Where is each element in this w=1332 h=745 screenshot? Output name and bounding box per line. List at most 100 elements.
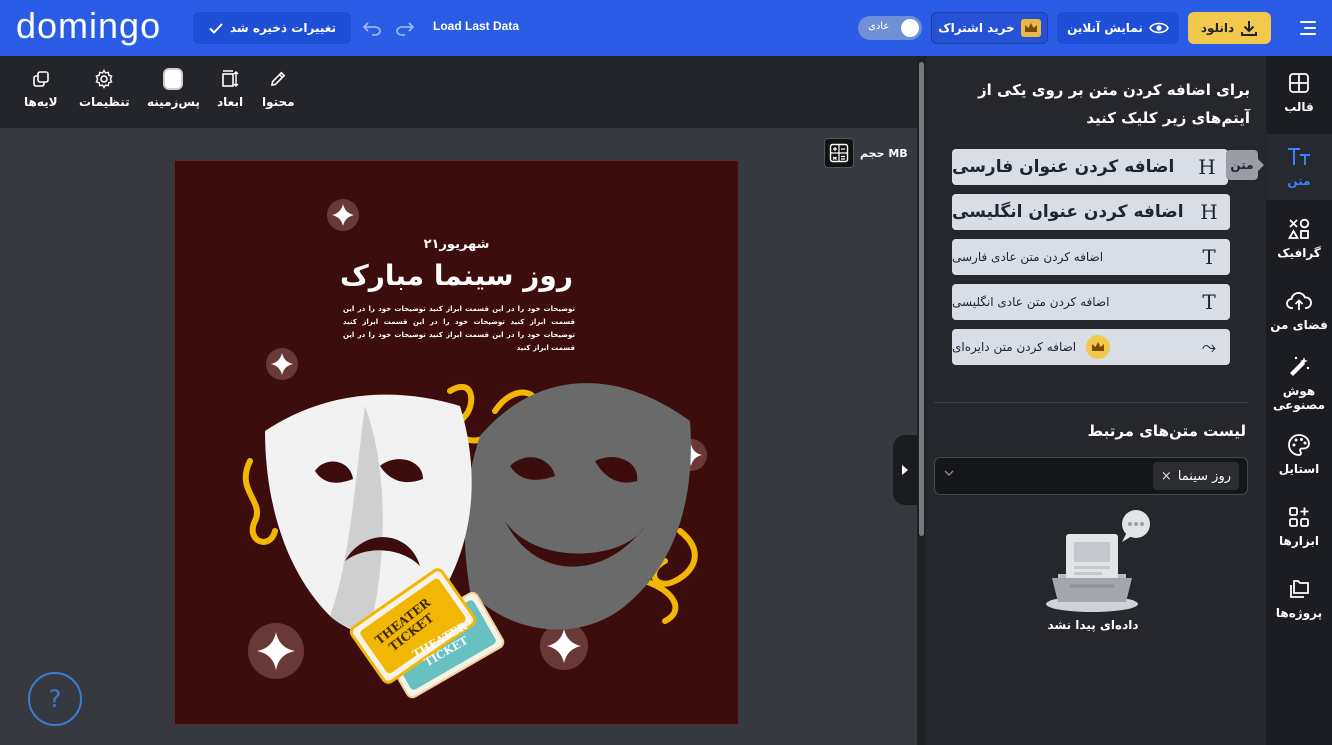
heading-icon: H: [1200, 200, 1218, 224]
canvas-area: حجم MB THEATER TICKET THEATER TICKET ۲۱ش…: [0, 128, 917, 745]
preview-label: نمایش آنلاین: [1067, 21, 1143, 35]
sidebar-item-projects[interactable]: پروژه‌ها: [1266, 576, 1332, 620]
help-button[interactable]: ?: [28, 672, 82, 726]
design-poster[interactable]: THEATER TICKET THEATER TICKET ۲۱شهریور ر…: [174, 160, 739, 725]
tool-settings-label: تنظیمات: [79, 95, 130, 109]
text-glyph-icon: T: [1202, 245, 1216, 269]
crown-icon: [1020, 19, 1041, 37]
premium-crown-icon: [1086, 335, 1111, 359]
sidebar-item-label: قالب: [1284, 100, 1314, 114]
sidebar-item-label: هوش مصنوعی: [1272, 384, 1325, 412]
gear-icon: [94, 69, 114, 89]
redo-icon: [396, 22, 415, 36]
toggle-knob: [901, 19, 919, 37]
add-english-text-button[interactable]: T اضافه کردن متن عادی انگلیسی: [952, 284, 1230, 320]
template-icon: [1286, 70, 1312, 96]
tool-content-label: محتوا: [262, 95, 295, 109]
empty-state-text: داده‌ای پیدا نشد: [1047, 618, 1139, 632]
sidebar-item-text[interactable]: متن: [1266, 134, 1332, 200]
online-preview-button[interactable]: نمایش آنلاین: [1057, 12, 1179, 44]
sidebar-item-label: متن: [1287, 174, 1311, 188]
select-chip-label: روز سینما: [1177, 468, 1231, 484]
undo-icon: [362, 22, 381, 36]
tool-dimensions[interactable]: ابعاد: [217, 69, 243, 109]
sidebar-item-my-space[interactable]: فضای من: [1266, 288, 1332, 332]
check-icon: [209, 23, 223, 34]
saved-status-label: تغییرات ذخیره شد: [229, 21, 337, 35]
magic-wand-icon: [1286, 354, 1312, 380]
add-persian-text-label: اضافه کردن متن عادی فارسی: [952, 250, 1104, 264]
add-persian-text-button[interactable]: T اضافه کردن متن عادی فارسی: [952, 239, 1230, 275]
redo-button[interactable]: [393, 16, 417, 40]
chip-remove-icon[interactable]: ×: [1161, 469, 1172, 484]
sidebar-item-style[interactable]: استایل: [1266, 432, 1332, 476]
poster-date[interactable]: ۲۱شهریور: [175, 237, 738, 252]
file-size-badge[interactable]: حجم MB: [824, 138, 908, 168]
related-texts-select[interactable]: روز سینما ×: [934, 457, 1248, 495]
eye-icon: [1148, 22, 1169, 34]
shapes-icon: [1286, 216, 1312, 242]
editor-toolbar: محتوا ابعاد پس‌زمینه تنظیمات لایه‌ها: [0, 56, 917, 128]
panel-divider: [934, 402, 1248, 403]
palette-icon: [1286, 432, 1312, 458]
tool-background[interactable]: پس‌زمینه: [147, 68, 200, 109]
related-texts-title: لیست متن‌های مرتبط: [1087, 422, 1246, 440]
sidebar-item-label: پروژه‌ها: [1275, 606, 1323, 620]
add-circular-text-button[interactable]: ⤳ اضافه کردن متن دایره‌ای: [952, 329, 1230, 365]
calculator-icon: [824, 138, 854, 168]
mode-toggle[interactable]: عادی: [858, 16, 922, 40]
sidebar-item-label: گرافیک: [1277, 246, 1321, 260]
folders-icon: [1286, 576, 1312, 602]
poster-description[interactable]: توضیحات خود را در این قسمت ابراز کنید تو…: [343, 303, 575, 355]
upload-cloud-icon: [1286, 288, 1312, 314]
load-last-data-link[interactable]: Load Last Data: [433, 19, 519, 33]
sidebar-tooltip: متن: [1226, 150, 1264, 180]
main-sidebar: قالب متن گرافیک فضای من هوش مصنوعی استای…: [1266, 56, 1332, 745]
tool-content[interactable]: محتوا: [262, 69, 295, 109]
sidebar-item-ai[interactable]: هوش مصنوعی: [1266, 354, 1332, 412]
add-english-heading-label: اضافه کردن عنوان انگلیسی: [952, 202, 1184, 222]
add-circular-text-label: اضافه کردن متن دایره‌ای: [952, 340, 1077, 354]
layers-icon: [31, 69, 51, 89]
saved-status-button[interactable]: تغییرات ذخیره شد: [193, 12, 351, 44]
download-button[interactable]: دانلود: [1188, 12, 1271, 44]
hamburger-menu-icon[interactable]: [1292, 16, 1316, 40]
tool-background-label: پس‌زمینه: [147, 95, 200, 109]
undo-button[interactable]: [360, 16, 384, 40]
heading-icon: H: [1198, 155, 1216, 179]
mode-toggle-label: عادی: [868, 21, 890, 32]
chevron-down-icon[interactable]: [944, 468, 954, 479]
edit-pen-icon: [268, 69, 288, 89]
panel-collapse-handle[interactable]: [893, 435, 917, 505]
add-persian-heading-button[interactable]: H اضافه کردن عنوان فارسی: [952, 149, 1228, 185]
poster-title[interactable]: روز سینما مبارک: [175, 259, 738, 292]
download-label: دانلود: [1200, 21, 1235, 35]
text-glyph-icon: T: [1202, 290, 1216, 314]
curved-text-icon: ⤳: [1201, 336, 1217, 358]
resize-icon: [220, 69, 240, 89]
sidebar-item-label: استایل: [1278, 462, 1320, 476]
empty-state-illustration: [1046, 510, 1150, 612]
buy-subscription-button[interactable]: خرید اشتراک: [931, 12, 1048, 44]
chevron-right-icon: [902, 465, 908, 475]
tool-settings[interactable]: تنظیمات: [79, 69, 130, 109]
file-size-label: حجم MB: [860, 146, 908, 160]
sidebar-item-label: ابزارها: [1279, 534, 1319, 548]
tool-dimensions-label: ابعاد: [217, 95, 244, 109]
sidebar-item-graphic[interactable]: گرافیک: [1266, 216, 1332, 260]
tool-layers[interactable]: لایه‌ها: [24, 69, 58, 109]
grey-mask: [464, 383, 691, 630]
tool-layers-label: لایه‌ها: [24, 95, 58, 109]
scrollbar-thumb[interactable]: [919, 62, 924, 536]
background-icon: [163, 68, 184, 90]
brand-logo[interactable]: domingo: [16, 6, 161, 46]
subscribe-label: خرید اشتراک: [938, 21, 1015, 35]
add-english-heading-button[interactable]: H اضافه کردن عنوان انگلیسی: [952, 194, 1230, 230]
add-persian-heading-label: اضافه کردن عنوان فارسی: [952, 157, 1175, 177]
select-chip[interactable]: روز سینما ×: [1152, 462, 1239, 490]
sidebar-item-tools[interactable]: ابزارها: [1266, 504, 1332, 548]
sidebar-item-template[interactable]: قالب: [1266, 70, 1332, 114]
add-english-text-label: اضافه کردن متن عادی انگلیسی: [952, 295, 1110, 309]
top-bar: domingo تغییرات ذخیره شد Load Last Data …: [0, 0, 1332, 56]
sidebar-item-label: فضای من: [1270, 318, 1328, 332]
